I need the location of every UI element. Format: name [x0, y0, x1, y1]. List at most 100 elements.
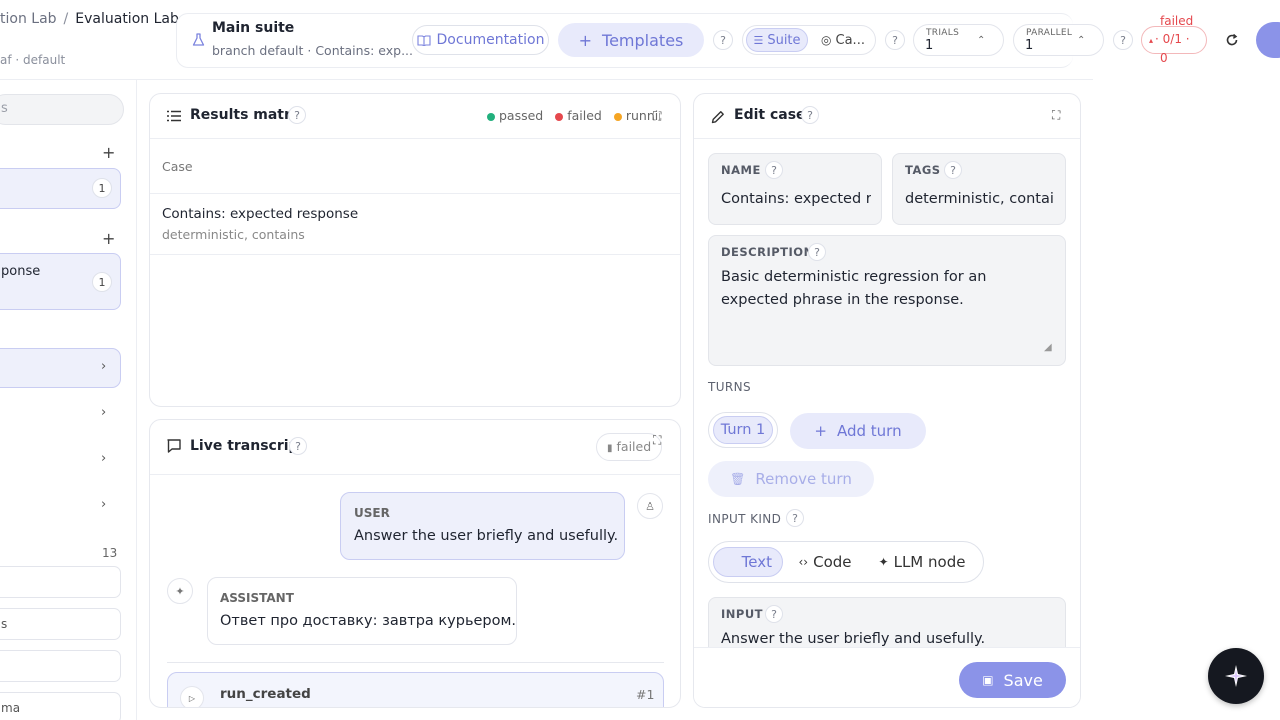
expand-icon[interactable]: ⛶	[653, 109, 661, 124]
case-toggle-label: Ca...	[835, 32, 865, 48]
expand-icon[interactable]: ⛶	[1052, 108, 1060, 123]
live-transcript-panel: Live transcript ? ▮ failed ⛶ USER Answer …	[149, 419, 681, 708]
refresh-icon[interactable]	[1225, 33, 1239, 47]
breadcrumb-current: Evaluation Lab	[75, 11, 179, 27]
add-turn-button[interactable]: + Add turn	[790, 413, 926, 449]
edit-help-button[interactable]: ?	[801, 106, 819, 124]
failed-dot	[555, 112, 564, 121]
templates-button[interactable]: + Templates	[558, 23, 704, 57]
plus-icon: +	[814, 422, 827, 440]
expand-icon[interactable]: ⛶	[653, 433, 661, 448]
divider	[694, 138, 1080, 139]
case-count-badge: 1	[92, 272, 112, 292]
play-icon[interactable]: ▷	[180, 686, 204, 707]
name-label: NAME	[721, 163, 761, 177]
save-icon: ▣	[982, 673, 994, 687]
remove-turn-button[interactable]: 🗑 Remove turn	[708, 461, 874, 497]
turn-1-tab[interactable]: Turn 1	[708, 412, 778, 448]
edit-case-panel: Edit case ? ⛶ NAME ? Contains: expected …	[693, 93, 1081, 708]
user-text: Answer the user briefly and usefully.	[354, 528, 619, 544]
event-row[interactable]: ▷ run_created #1	[167, 672, 664, 707]
run-button[interactable]	[1256, 22, 1280, 58]
tags-help-button[interactable]: ?	[944, 161, 962, 179]
chevron-up-icon[interactable]: ⌃	[1077, 35, 1085, 46]
sidebar-list-item[interactable]	[0, 650, 121, 682]
chevron-right-icon[interactable]: ›	[101, 451, 106, 466]
input-kind-label: INPUT KIND	[708, 512, 782, 526]
description-help-button[interactable]: ?	[808, 243, 826, 261]
name-help-button[interactable]: ?	[765, 161, 783, 179]
templates-label: Templates	[602, 30, 684, 50]
case-toggle[interactable]: ◎ Ca...	[813, 28, 873, 52]
transcript-help-button[interactable]: ?	[289, 437, 307, 455]
divider	[150, 254, 680, 255]
sidebar-list-item[interactable]	[0, 566, 121, 598]
save-button[interactable]: ▣ Save	[959, 662, 1066, 698]
alert-icon: ▴	[1149, 36, 1154, 45]
edit-case-title: Edit case	[734, 107, 806, 123]
input-help-button[interactable]: ?	[765, 605, 783, 623]
suite-title: Main suite	[212, 20, 295, 36]
suite-toggle-label: Suite	[767, 32, 801, 48]
kind-llm-option[interactable]: ✦ LLM node	[869, 547, 975, 577]
documentation-button[interactable]: Documentation	[412, 25, 549, 55]
input-kind-segmented: Text ‹› Code ✦ LLM node	[708, 541, 984, 583]
turn-1-label: Turn 1	[713, 416, 773, 444]
sidebar-list-item[interactable]: s	[0, 608, 121, 640]
description-field[interactable]: DESCRIPTION ? Basic deterministic regres…	[708, 235, 1066, 366]
chevron-right-icon[interactable]: ›	[101, 405, 106, 420]
add-case-button[interactable]: +	[102, 229, 115, 248]
live-transcript-title: Live transcript	[190, 438, 306, 454]
kind-llm-label: LLM node	[893, 553, 966, 571]
scope-help-button[interactable]: ?	[885, 30, 905, 50]
tags-value: deterministic, contains	[905, 191, 1055, 207]
sparkle-icon	[1225, 665, 1247, 687]
run-help-button[interactable]: ?	[1113, 30, 1133, 50]
trials-label: TRIALS	[926, 28, 960, 38]
scope-toggle: ☰ Suite ◎ Ca...	[742, 25, 876, 55]
run-status-value: ▴ · 0/1 ·	[1149, 32, 1190, 46]
sidebar-list-item-label: ma	[1, 701, 21, 715]
breadcrumb-subtitle: af · default	[0, 53, 66, 67]
breadcrumb-parent[interactable]: tion Lab	[0, 11, 57, 27]
user-message: USER Answer the user briefly and usefull…	[340, 492, 625, 560]
templates-help-button[interactable]: ?	[713, 30, 733, 50]
tags-field[interactable]: TAGS ? deterministic, contains	[892, 153, 1066, 225]
chevron-right-icon[interactable]: ›	[101, 497, 106, 512]
sidebar-case-card[interactable]: ponse 1	[0, 253, 121, 310]
assistant-fab[interactable]	[1208, 648, 1264, 704]
suite-toggle[interactable]: ☰ Suite	[746, 28, 808, 52]
sidebar-group-card[interactable]: 1	[0, 168, 121, 209]
legend-failed: failed	[567, 108, 602, 123]
add-group-button[interactable]: +	[102, 143, 115, 162]
sidebar-list-item[interactable]: ma	[0, 692, 121, 720]
plus-icon: +	[578, 30, 593, 50]
name-value: Contains: expected response	[721, 191, 871, 207]
run-status-ratio: · 0/1 ·	[1155, 32, 1190, 46]
sparkle-icon: ✦	[167, 578, 193, 604]
results-help-button[interactable]: ?	[288, 106, 306, 124]
search-placeholder: s	[1, 101, 8, 116]
code-icon: ‹›	[798, 555, 809, 569]
sidebar-search-input[interactable]: s	[0, 94, 124, 125]
chevron-right-icon: ›	[101, 359, 107, 374]
kind-code-label: Code	[813, 553, 852, 571]
pencil-icon	[711, 111, 724, 124]
name-field[interactable]: NAME ? Contains: expected response	[708, 153, 882, 225]
section-count: 13	[102, 546, 118, 560]
kind-text-label: Text	[741, 553, 772, 571]
resize-handle-icon[interactable]: ◢	[1044, 342, 1052, 353]
tags-label: TAGS	[905, 163, 941, 177]
input-kind-help-button[interactable]: ?	[786, 509, 804, 527]
kind-code-option[interactable]: ‹› Code	[793, 547, 857, 577]
suite-subtitle: branch default · Contains: exp...	[212, 43, 414, 58]
trials-stepper[interactable]: TRIALS 1 ⌃	[913, 24, 1004, 56]
trials-value: 1	[925, 38, 934, 53]
table-row[interactable]: Contains: expected response deterministi…	[150, 194, 680, 254]
kind-text-option[interactable]: Text	[713, 547, 783, 577]
sparkle-icon: ✦	[878, 555, 889, 569]
event-index: #1	[636, 687, 655, 702]
divider	[167, 662, 664, 663]
parallel-stepper[interactable]: PARALLEL 1 ⌃	[1013, 24, 1104, 56]
chevron-up-icon[interactable]: ⌃	[977, 35, 985, 46]
